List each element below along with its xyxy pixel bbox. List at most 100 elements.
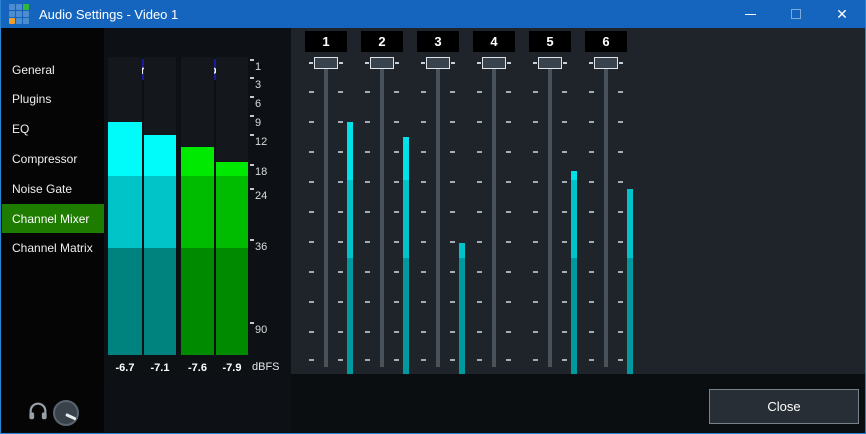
channel-level-meter-2 (403, 137, 409, 180)
fader-tick (421, 91, 426, 93)
fader-tick (338, 211, 343, 213)
fader-tick (477, 211, 482, 213)
channel-header-1: 1 (305, 31, 347, 52)
fader-tick (421, 271, 426, 273)
fader-tick (533, 181, 538, 183)
fader-tick (533, 211, 538, 213)
fader-tick (338, 91, 343, 93)
fader-tick (309, 181, 314, 183)
sidebar-item-compressor[interactable]: Compressor (2, 144, 104, 173)
fader-tick (421, 211, 426, 213)
channel-fader-handle-2[interactable] (370, 57, 394, 69)
fader-tick (562, 211, 567, 213)
fader-tick (365, 151, 370, 153)
fader-tick (562, 241, 567, 243)
fader-tick (309, 271, 314, 273)
post-meter-bar (216, 57, 248, 355)
fader-tick (421, 151, 426, 153)
window-controls: ✕ (727, 0, 865, 28)
fader-tick (309, 331, 314, 333)
fader-tick (421, 181, 426, 183)
channel-mixer-panel: 123456 (291, 28, 865, 374)
headphones-icon[interactable] (27, 400, 49, 422)
fader-handle-dash (339, 62, 343, 64)
fader-tick (394, 121, 399, 123)
fader-tick (338, 271, 343, 273)
fader-tick (618, 301, 623, 303)
channel-fader-handle-4[interactable] (482, 57, 506, 69)
meter-level-segment (216, 248, 248, 355)
fader-tick (589, 331, 594, 333)
channel-fader-handle-5[interactable] (538, 57, 562, 69)
fader-tick (421, 301, 426, 303)
fader-tick (338, 151, 343, 153)
minimize-button[interactable] (727, 0, 773, 28)
fader-tick (589, 121, 594, 123)
channel-fader-track-5[interactable] (548, 62, 552, 367)
headphones-volume-knob[interactable] (53, 400, 79, 426)
scale-tick-mark (250, 188, 254, 190)
scale-tick-mark (250, 59, 254, 61)
meter-level-segment (181, 248, 214, 355)
meter-level-segment (144, 135, 176, 176)
channel-level-meter-3 (459, 243, 465, 258)
fader-tick (589, 211, 594, 213)
sidebar-item-general[interactable]: General (2, 55, 104, 84)
scale-tick-label: 6 (255, 97, 261, 111)
channel-fader-track-2[interactable] (380, 62, 384, 367)
fader-tick (618, 91, 623, 93)
fader-tick (562, 151, 567, 153)
channel-fader-track-6[interactable] (604, 62, 608, 367)
channel-fader-track-4[interactable] (492, 62, 496, 367)
fader-tick (338, 359, 343, 361)
audio-settings-window: Audio Settings - Video 1 ✕ GeneralPlugin… (0, 0, 866, 434)
fader-tick (394, 271, 399, 273)
meter-level-segment (181, 147, 214, 176)
close-dialog-button[interactable]: Close (709, 389, 859, 424)
fader-tick (477, 151, 482, 153)
channel-fader-handle-1[interactable] (314, 57, 338, 69)
fader-tick (365, 301, 370, 303)
channel-fader-track-3[interactable] (436, 62, 440, 367)
fader-tick (365, 241, 370, 243)
scale-tick-label: 24 (255, 189, 267, 203)
fader-tick (562, 181, 567, 183)
meter-level-segment (144, 176, 176, 248)
fader-tick (506, 301, 511, 303)
scale-tick-mark (250, 96, 254, 98)
fader-tick (450, 91, 455, 93)
fader-tick (338, 331, 343, 333)
fader-tick (477, 241, 482, 243)
channel-fader-handle-3[interactable] (426, 57, 450, 69)
fader-tick (309, 211, 314, 213)
channel-fader-track-1[interactable] (324, 62, 328, 367)
sidebar-item-channel-matrix[interactable]: Channel Matrix (2, 234, 104, 263)
fader-tick (365, 211, 370, 213)
sidebar-item-channel-mixer[interactable]: Channel Mixer (2, 204, 104, 233)
meter-db-readout: -7.6 (181, 358, 214, 377)
fader-tick (618, 151, 623, 153)
close-window-button[interactable]: ✕ (819, 0, 865, 28)
fader-tick (618, 241, 623, 243)
scale-tick-mark (250, 322, 254, 324)
channel-level-meter-1 (347, 258, 353, 374)
fader-tick (394, 359, 399, 361)
fader-tick (506, 91, 511, 93)
meter-level-segment (108, 176, 142, 248)
fader-tick (562, 91, 567, 93)
sidebar-item-plugins[interactable]: Plugins (2, 85, 104, 114)
sidebar: GeneralPluginsEQCompressorNoise GateChan… (2, 28, 104, 432)
sidebar-item-noise-gate[interactable]: Noise Gate (2, 174, 104, 203)
fader-tick (533, 331, 538, 333)
meter-db-readout: -7.1 (144, 358, 176, 377)
fader-tick (309, 359, 314, 361)
fader-tick (506, 151, 511, 153)
channel-fader-handle-6[interactable] (594, 57, 618, 69)
fader-tick (477, 271, 482, 273)
maximize-button[interactable] (773, 0, 819, 28)
fader-tick (562, 359, 567, 361)
sidebar-item-eq[interactable]: EQ (2, 115, 104, 144)
fader-handle-dash (589, 62, 593, 64)
fader-tick (450, 331, 455, 333)
fader-tick (618, 359, 623, 361)
